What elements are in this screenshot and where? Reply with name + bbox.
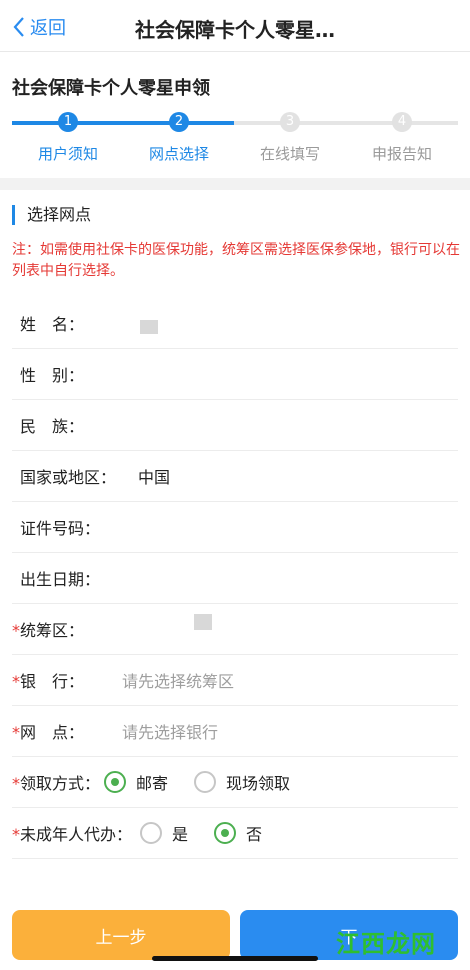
minor-proxy-option-label: 否 — [246, 825, 263, 844]
name-row: 姓 名： — [12, 298, 458, 349]
country-value: 中国 — [138, 468, 171, 487]
country-label: 国家或地区： — [20, 468, 117, 487]
step-number: 3 — [280, 112, 300, 132]
minor-proxy-option-label: 是 — [172, 825, 189, 844]
minor-proxy-label: *未成年人代办： — [12, 821, 140, 845]
pickup-option-label: 现场领取 — [226, 774, 291, 793]
required-mark: * — [12, 621, 20, 640]
pickup-option-label: 邮寄 — [136, 774, 169, 793]
pickup-row: *领取方式： 邮寄 现场领取 — [12, 757, 458, 808]
birth-date-label: 出生日期： — [20, 570, 101, 589]
page-title: 社会保障卡个人零星… — [135, 18, 335, 42]
gender-label: 性 别： — [20, 366, 85, 385]
pickup-label: *领取方式： — [12, 770, 104, 794]
required-mark: * — [12, 774, 20, 793]
back-label: 返回 — [30, 18, 66, 39]
notice-text: 注：如需使用社保卡的医保功能，统筹区需选择医保参保地，银行可以在列表中自行选择。 — [12, 242, 460, 279]
step-number: 2 — [169, 112, 189, 132]
step-label: 网点选择 — [148, 145, 209, 163]
bank-row[interactable]: *银 行： 请先选择统筹区 — [12, 655, 458, 706]
region-label: *统筹区： — [12, 617, 122, 641]
minor-proxy-option-no[interactable]: 否 — [214, 821, 262, 845]
form-title: 社会保障卡个人零星申领 — [12, 78, 210, 99]
pickup-label-text: 领取方式： — [20, 774, 101, 793]
radio-unchecked-icon — [140, 822, 162, 844]
gender-row: 性 别： — [12, 349, 458, 400]
pickup-radio-group: 邮寄 现场领取 — [104, 770, 316, 794]
watermark-text: 江西龙网 — [336, 930, 436, 958]
prev-step-button[interactable]: 上一步 — [12, 910, 230, 960]
minor-proxy-radio-group: 是 否 — [140, 821, 288, 845]
branch-label-text: 网 点： — [20, 723, 85, 742]
country-row: 国家或地区： 中国 — [12, 451, 458, 502]
id-number-row: 证件号码： — [12, 502, 458, 553]
step-4: 4 申报告知 — [357, 110, 447, 164]
region-label-text: 统筹区： — [20, 621, 85, 640]
minor-proxy-label-text: 未成年人代办： — [20, 825, 133, 844]
required-mark: * — [12, 672, 20, 691]
step-label: 用户须知 — [37, 145, 98, 163]
pickup-option-mail[interactable]: 邮寄 — [104, 770, 168, 794]
home-indicator[interactable] — [152, 956, 318, 961]
branch-row[interactable]: *网 点： 请先选择银行 — [12, 706, 458, 757]
ethnicity-label: 民 族： — [20, 417, 85, 436]
birth-date-row: 出生日期： — [12, 553, 458, 604]
radio-unchecked-icon — [194, 771, 217, 793]
radio-checked-icon — [214, 822, 237, 844]
step-label: 申报告知 — [371, 145, 432, 163]
redacted-mark — [194, 614, 212, 630]
branch-label: *网 点： — [12, 719, 122, 743]
required-mark: * — [12, 825, 20, 844]
minor-proxy-option-yes[interactable]: 是 — [140, 821, 188, 845]
pickup-option-onsite[interactable]: 现场领取 — [194, 770, 290, 794]
step-number: 4 — [392, 112, 412, 132]
step-2: 2 网点选择 — [134, 110, 224, 164]
id-number-label: 证件号码： — [20, 519, 101, 538]
top-nav-bar: 返回 社会保障卡个人零星… — [0, 0, 470, 52]
bank-label: *银 行： — [12, 668, 122, 692]
redacted-mark — [140, 320, 158, 334]
chevron-left-icon — [13, 17, 24, 37]
branch-select[interactable]: 请先选择银行 — [122, 719, 218, 743]
step-number: 1 — [58, 112, 78, 132]
step-label: 在线填写 — [259, 145, 320, 163]
step-3: 3 在线填写 — [245, 110, 335, 164]
form-fields: 姓 名： 性 别： 民 族： 国家或地区： 中国 证件号码： 出生日期： *统筹… — [12, 298, 458, 859]
section-divider — [0, 178, 470, 190]
required-mark: * — [12, 723, 20, 742]
section-title: 选择网点 — [12, 205, 91, 225]
name-label: 姓 名： — [20, 315, 85, 334]
region-row[interactable]: *统筹区： — [12, 604, 458, 655]
bank-label-text: 银 行： — [20, 672, 85, 691]
step-1: 1 用户须知 — [23, 110, 113, 164]
minor-proxy-row: *未成年人代办： 是 否 — [12, 808, 458, 859]
back-button[interactable]: 返回 — [12, 14, 66, 40]
step-progress: 1 用户须知 2 网点选择 3 在线填写 4 申报告知 — [12, 110, 458, 164]
bank-select[interactable]: 请先选择统筹区 — [122, 668, 234, 692]
radio-checked-icon — [104, 771, 126, 793]
ethnicity-row: 民 族： — [12, 400, 458, 451]
